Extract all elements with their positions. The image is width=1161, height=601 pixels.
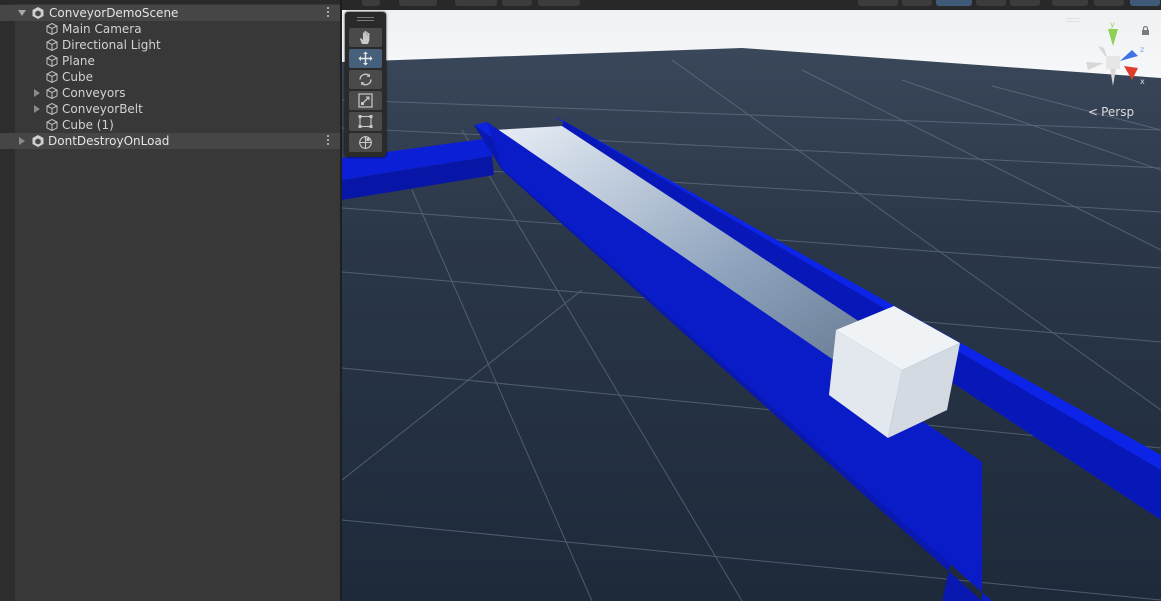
fold-arrow-icon[interactable]	[17, 133, 27, 149]
scene-toolbar-button[interactable]	[399, 0, 437, 6]
scene-toolbar-button[interactable]	[858, 0, 898, 6]
scene-view[interactable]	[342, 0, 1161, 601]
gizmo-x-label: x	[1140, 77, 1145, 86]
scene-toolbar-button[interactable]	[1010, 0, 1040, 6]
hierarchy-panel: ConveyorDemoScene Main Camera Directional…	[0, 0, 340, 601]
gizmo-y-neg-cone	[1110, 68, 1116, 86]
gizmo-menu-icon[interactable]	[1066, 18, 1080, 24]
gameobject-cube-icon	[46, 54, 58, 68]
hand-tool-button[interactable]	[349, 28, 382, 47]
hierarchy-item[interactable]: Conveyors	[0, 85, 340, 101]
rotate-tool-button[interactable]	[349, 70, 382, 89]
hierarchy-item[interactable]: Directional Light	[0, 37, 340, 53]
hierarchy-item[interactable]: Cube (1)	[0, 117, 340, 133]
transform-tool-button[interactable]	[349, 133, 382, 152]
gameobject-cube-icon	[46, 86, 58, 100]
move-tool-button[interactable]	[349, 49, 382, 68]
orientation-gizmo[interactable]: y z x	[1080, 18, 1150, 90]
hierarchy-toolbar-edge	[0, 0, 340, 4]
hierarchy-item-label: Cube (1)	[62, 118, 114, 132]
fold-arrow-icon[interactable]	[32, 85, 42, 101]
scene-viewport[interactable]	[342, 0, 1161, 601]
hierarchy-item[interactable]: Plane	[0, 53, 340, 69]
fold-arrow-icon[interactable]	[17, 5, 27, 21]
hierarchy-item[interactable]: ConveyorBelt	[0, 101, 340, 117]
palette-grip-icon[interactable]	[357, 17, 374, 18]
gameobject-cube-icon	[46, 22, 58, 36]
scene-toolbar-button[interactable]	[1094, 0, 1124, 6]
hierarchy-item-label: Directional Light	[62, 38, 161, 52]
hierarchy-item-label: Cube	[62, 70, 93, 84]
projection-arrow-icon: <	[1088, 105, 1099, 119]
hierarchy-item-label: ConveyorBelt	[62, 102, 143, 116]
gameobject-cube-icon	[46, 38, 58, 52]
move-icon	[358, 51, 373, 66]
hand-icon	[360, 31, 370, 44]
unity-scene-icon	[32, 135, 44, 147]
scene-toolbar-button[interactable]	[936, 0, 972, 6]
gizmo-y-label: y	[1110, 20, 1115, 29]
unity-scene-icon	[32, 7, 44, 19]
scene-menu-icon[interactable]	[327, 135, 330, 147]
projection-toggle[interactable]: < Persp	[1088, 105, 1134, 121]
scene-row[interactable]: ConveyorDemoScene	[0, 5, 340, 21]
hierarchy-item-label: Main Camera	[62, 22, 142, 36]
scale-tool-button[interactable]	[349, 91, 382, 110]
scene-toolbar-strip	[342, 0, 1161, 10]
hierarchy-item-label: Plane	[62, 54, 95, 68]
gizmo-y-cone	[1108, 29, 1118, 46]
scene-toolbar-button[interactable]	[902, 0, 932, 6]
gameobject-cube-icon	[46, 102, 58, 116]
dontdestroy-scene-name: DontDestroyOnLoad	[48, 134, 170, 148]
rect-tool-button[interactable]	[349, 112, 382, 131]
scene-name: ConveyorDemoScene	[49, 6, 179, 20]
dontdestroy-scene-row[interactable]: DontDestroyOnLoad	[0, 133, 340, 149]
transform-icon	[359, 136, 372, 149]
scale-icon	[358, 93, 373, 108]
scene-toolbar-button[interactable]	[502, 0, 532, 6]
projection-label: Persp	[1101, 105, 1135, 119]
hierarchy-item-label: Conveyors	[62, 86, 126, 100]
rotate-icon	[359, 73, 372, 86]
scene-toolbar-button[interactable]	[362, 0, 380, 6]
fold-arrow-icon[interactable]	[32, 101, 42, 117]
scene-toolbar-button[interactable]	[1130, 0, 1160, 6]
gizmo-z-cone	[1120, 50, 1138, 61]
scene-toolbar-button[interactable]	[538, 0, 580, 6]
scene-toolbar-button[interactable]	[1052, 0, 1088, 6]
scene-toolbar-button[interactable]	[976, 0, 1006, 6]
gameobject-cube-icon	[46, 118, 58, 132]
gizmo-center-cube	[1106, 56, 1120, 69]
hierarchy-item[interactable]: Cube	[0, 69, 340, 85]
gameobject-cube-icon	[46, 70, 58, 84]
tool-palette	[345, 12, 386, 157]
scene-toolbar-button[interactable]	[455, 0, 497, 6]
hierarchy-item[interactable]: Main Camera	[0, 21, 340, 37]
gizmo-z-label: z	[1140, 45, 1144, 54]
gizmo-x-cone	[1124, 66, 1138, 80]
rect-transform-icon	[358, 115, 373, 128]
gizmo-x-neg-cone	[1086, 62, 1104, 70]
scene-menu-icon[interactable]	[327, 7, 330, 19]
